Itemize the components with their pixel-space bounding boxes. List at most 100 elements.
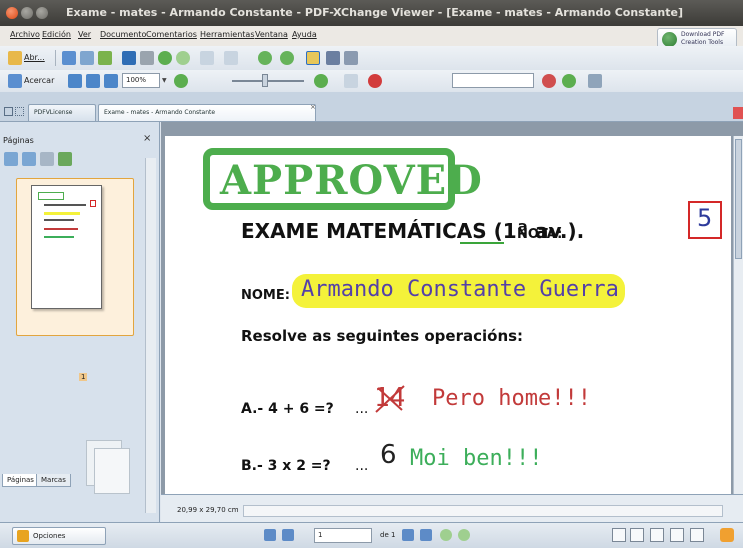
facing-view-icon[interactable] — [650, 528, 664, 542]
panel-layout-icon[interactable] — [15, 107, 24, 116]
history-forward-icon[interactable] — [458, 529, 470, 541]
thumb-line — [44, 204, 86, 206]
hand-tool-icon[interactable] — [720, 528, 734, 542]
close-document-icon[interactable] — [733, 107, 743, 119]
pages-panel-title: Páginas — [3, 136, 34, 145]
highlight-tool-icon[interactable] — [368, 74, 382, 88]
save-icon[interactable] — [62, 51, 76, 65]
typewriter-icon[interactable] — [306, 51, 320, 65]
tab-close-icon[interactable]: × — [310, 103, 316, 111]
fit-page-icon[interactable] — [68, 74, 82, 88]
attach-icon[interactable] — [344, 51, 358, 65]
zoom-in-green-icon[interactable] — [314, 74, 328, 88]
link-icon[interactable] — [344, 74, 358, 88]
panel-close-icon[interactable]: × — [143, 133, 151, 144]
menu-edicion[interactable]: Edición — [42, 30, 71, 39]
question-b-comment[interactable]: Moi ben!!! — [410, 446, 542, 471]
maximize-window-button[interactable] — [36, 7, 48, 19]
search-next-icon[interactable] — [562, 74, 576, 88]
tab-pdfvlicense[interactable]: PDFVLicense — [28, 104, 96, 121]
zoom-slider[interactable] — [232, 80, 304, 82]
wrong-answer-cross-icon[interactable] — [370, 380, 410, 418]
zoom-dropdown-arrow-icon[interactable]: ▼ — [162, 77, 167, 84]
pages-panel-scrollbar[interactable] — [145, 158, 156, 513]
page-number-input[interactable]: 1 — [314, 528, 372, 543]
close-window-button[interactable] — [6, 7, 18, 19]
page-thumbnail[interactable]: 1 — [16, 178, 134, 381]
stamp-tool-icon[interactable] — [326, 51, 340, 65]
options-button[interactable]: Opciones — [12, 527, 106, 545]
thumb-zoom-out-icon[interactable] — [22, 152, 36, 166]
approved-stamp[interactable]: APPROVED — [203, 148, 482, 210]
zoom-in-label[interactable]: Acercar — [24, 76, 54, 85]
pin-icon[interactable] — [4, 107, 13, 116]
thumbnail-page-number: 1 — [79, 373, 88, 381]
split-view-icon[interactable] — [690, 528, 704, 542]
underline-annotation[interactable] — [460, 242, 504, 244]
toolbar-separator — [55, 50, 56, 66]
continuous-view-icon[interactable] — [630, 528, 644, 542]
approved-stamp-text: APPROVED — [220, 157, 483, 204]
rotate-right-icon[interactable] — [280, 51, 294, 65]
panel-tab-marcas[interactable]: Marcas — [36, 474, 71, 487]
panel-tab-paginas[interactable]: Páginas — [2, 474, 39, 487]
thumb-zoom-in-icon[interactable] — [4, 152, 18, 166]
menu-bar: Archivo Edición Ver Documento Comentario… — [0, 26, 743, 50]
actual-size-icon[interactable] — [104, 74, 118, 88]
menu-ventana[interactable]: Ventana — [255, 30, 288, 39]
last-page-icon[interactable] — [420, 529, 432, 541]
find-input[interactable] — [452, 73, 534, 88]
forward-green-icon[interactable] — [176, 51, 190, 65]
tab-exame-document[interactable]: Exame - mates - Armando Constante — [98, 104, 316, 121]
nome-label: NOME: — [241, 288, 290, 303]
history-back-icon[interactable] — [440, 529, 452, 541]
zoom-level-input[interactable]: 100% — [122, 73, 160, 88]
menu-comentarios[interactable]: Comentarios — [146, 30, 197, 39]
redo-icon[interactable] — [224, 51, 238, 65]
zoom-slider-thumb[interactable] — [262, 74, 268, 87]
nota-label: NOTA: — [517, 227, 563, 242]
single-page-view-icon[interactable] — [612, 528, 626, 542]
back-green-icon[interactable] — [158, 51, 172, 65]
vertical-scrollbar[interactable] — [733, 136, 743, 494]
next-page-icon[interactable] — [402, 529, 414, 541]
minimize-window-button[interactable] — [21, 7, 33, 19]
question-a-comment[interactable]: Pero home!!! — [432, 386, 591, 411]
continuous-facing-view-icon[interactable] — [670, 528, 684, 542]
zoom-out-green-icon[interactable] — [174, 74, 188, 88]
snapshot-icon[interactable] — [140, 51, 154, 65]
document-tab-strip: PDFVLicense Exame - mates - Armando Cons… — [0, 92, 743, 122]
tab-label: PDFVLicense — [34, 109, 73, 116]
fit-width-icon[interactable] — [86, 74, 100, 88]
menu-archivo[interactable]: Archivo — [10, 30, 40, 39]
menu-documento[interactable]: Documento — [100, 30, 146, 39]
vertical-scrollbar-thumb[interactable] — [735, 139, 742, 259]
thumb-line — [44, 219, 74, 221]
tab-label: Exame - mates - Armando Constante — [104, 109, 216, 116]
page-thumbnail-preview — [31, 185, 102, 309]
search-options-icon[interactable] — [588, 74, 602, 88]
open-label[interactable]: Abr... — [24, 53, 45, 62]
thumb-line — [44, 228, 78, 230]
thumb-options-icon[interactable] — [40, 152, 54, 166]
first-page-icon[interactable] — [264, 529, 276, 541]
menu-ayuda[interactable]: Ayuda — [292, 30, 317, 39]
view-toolbar: Acercar 100% ▼ — [0, 70, 743, 92]
zoom-in-icon[interactable] — [8, 74, 22, 88]
menu-ver[interactable]: Ver — [78, 30, 91, 39]
select-tool-icon[interactable] — [122, 51, 136, 65]
thumb-highlight — [44, 212, 80, 215]
undo-icon[interactable] — [200, 51, 214, 65]
search-previous-icon[interactable] — [542, 74, 556, 88]
grade-box-annotation[interactable]: 5 — [688, 201, 722, 239]
print-icon[interactable] — [80, 51, 94, 65]
open-folder-icon[interactable] — [8, 51, 22, 65]
pages-panel: Páginas × 1 Páginas Marcas — [0, 122, 160, 522]
rotate-left-icon[interactable] — [258, 51, 272, 65]
thumb-extract-icon[interactable] — [58, 152, 72, 166]
email-icon[interactable] — [98, 51, 112, 65]
horizontal-scrollbar[interactable] — [243, 505, 723, 517]
previous-page-icon[interactable] — [282, 529, 294, 541]
menu-herramientas[interactable]: Herramientas — [200, 30, 255, 39]
instruction-text: Resolve as seguintes operacións: — [241, 327, 524, 345]
